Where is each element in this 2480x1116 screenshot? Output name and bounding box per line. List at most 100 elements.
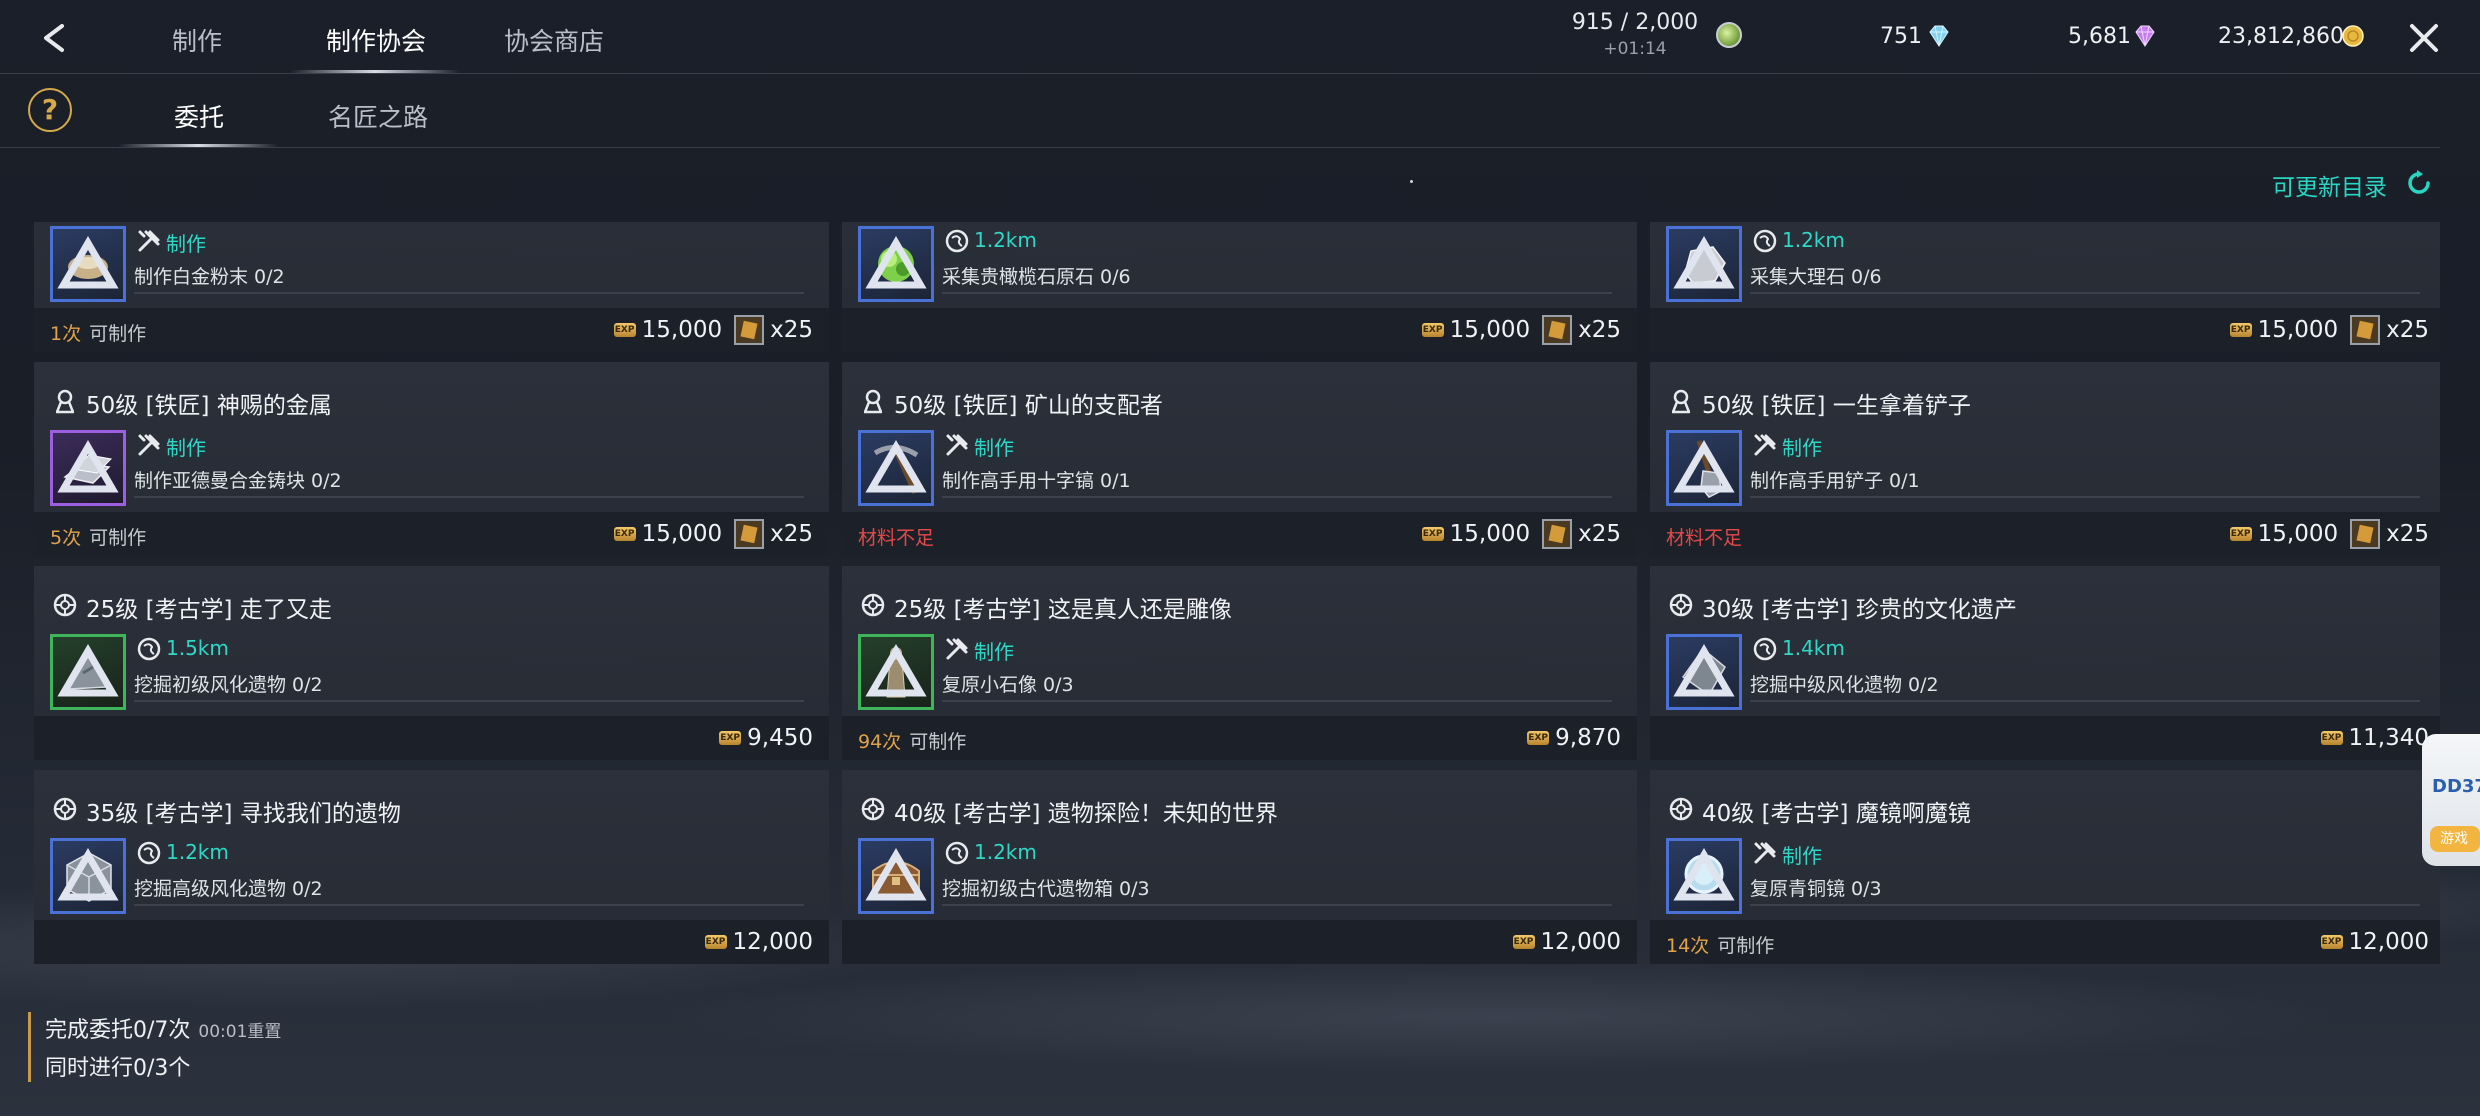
commission-title-text: 50级 [铁匠] 一生拿着铲子 <box>1702 393 1971 419</box>
floating-side-widget[interactable]: DD37 游戏 <box>2422 734 2480 866</box>
mastery-icon <box>57 236 119 289</box>
commission-card[interactable]: 35级 [考古学] 寻找我们的遗物 1.2km 挖掘高级风化遗物 0/2 EXP… <box>34 770 829 964</box>
commission-card[interactable]: 50级 [铁匠] 矿山的支配者 制作 制作高手用十字镐 0/1 材料不足 EXP… <box>842 362 1637 556</box>
commission-title: 40级 [考古学] 魔镜啊魔镜 <box>1672 794 1971 828</box>
task-progress-bar <box>942 904 1612 906</box>
task-progress-bar <box>1750 904 2420 906</box>
exp-icon: EXP <box>719 731 742 745</box>
task-progress-bar <box>134 904 804 906</box>
commission-title: 50级 [铁匠] 一生拿着铲子 <box>1672 386 1971 420</box>
item-slot <box>1666 430 1742 506</box>
commission-title: 40级 [考古学] 遗物探险！未知的世界 <box>864 794 1278 828</box>
card-footer: 1次 可制作 EXP 15,000 x25 <box>34 308 829 352</box>
task-distance-label: 1.2km <box>166 840 229 864</box>
help-icon[interactable]: ? <box>28 88 72 132</box>
task-progress-bar <box>1750 700 2420 702</box>
refresh-catalog-button[interactable]: 可更新目录 <box>2272 168 2387 202</box>
active-tab-underline <box>290 70 460 73</box>
commission-title: 50级 [铁匠] 矿山的支配者 <box>864 386 1163 420</box>
commission-title-text: 50级 [铁匠] 矿山的支配者 <box>894 393 1163 419</box>
commission-card[interactable]: 50级 [铁匠] 神赐的金属 制作 制作亚德曼合金铸块 0/2 5次 可制作 EX… <box>34 362 829 556</box>
tab-crafting[interactable]: 制作 <box>172 22 222 58</box>
blue-diamond-count: 751 <box>1880 24 1922 49</box>
concurrent-commissions: 同时进行0/3个 <box>45 1056 191 1081</box>
globe-location-icon <box>1753 637 1777 661</box>
task-distance-label: 1.2km <box>1782 228 1845 252</box>
diamond-blue-icon[interactable] <box>1926 24 1952 48</box>
exp-icon: EXP <box>1421 323 1444 337</box>
commission-card[interactable]: 1.2km 采集大理石 0/6 EXP 15,000 x25 <box>1650 222 2440 352</box>
commission-card[interactable]: 40级 [考古学] 魔镜啊魔镜 制作 复原青铜镜 0/3 14次 可制作 EXP … <box>1650 770 2440 964</box>
task-progress-bar <box>942 292 1612 294</box>
item-slot <box>858 634 934 710</box>
insufficient-materials: 材料不足 <box>858 527 935 549</box>
task-description: 挖掘初级风化遗物 0/2 <box>134 674 323 696</box>
commission-card[interactable]: 50级 [铁匠] 一生拿着铲子 制作 制作高手用铲子 0/1 材料不足 EXP … <box>1650 362 2440 556</box>
commission-title-text: 25级 [考古学] 走了又走 <box>86 597 332 623</box>
commission-card[interactable]: 40级 [考古学] 遗物探险！未知的世界 1.2km 挖掘初级古代遗物箱 0/3… <box>842 770 1637 964</box>
decorative-dot <box>1410 180 1413 183</box>
exp-value: 12,000 <box>1540 929 1621 955</box>
globe-location-icon <box>945 229 969 253</box>
commission-card[interactable]: 制作 制作白金粉末 0/2 1次 可制作 EXP 15,000 x25 <box>34 222 829 352</box>
commission-card[interactable]: 30级 [考古学] 珍贵的文化遗产 1.4km 挖掘中级风化遗物 0/2 EXP… <box>1650 566 2440 760</box>
card-footer: 材料不足 EXP 15,000 x25 <box>842 512 1637 556</box>
card-footer: 94次 可制作 EXP 9,870 <box>842 716 1637 760</box>
commission-title-text: 40级 [考古学] 魔镜啊魔镜 <box>1702 801 1971 827</box>
exp-icon: EXP <box>1512 935 1535 949</box>
stamina-display: 915 / 2,000 +01:14 <box>1560 10 1710 59</box>
reward-quantity: x25 <box>2386 317 2429 343</box>
craftable-count: 94次 <box>858 731 902 753</box>
exp-value: 15,000 <box>2257 317 2339 343</box>
exp-icon: EXP <box>1421 527 1444 541</box>
reward-group: EXP 15,000 x25 <box>613 313 813 347</box>
exp-icon: EXP <box>704 935 727 949</box>
tab-master-craftsman-road[interactable]: 名匠之路 <box>328 98 428 134</box>
task-type-label: 制作 <box>1782 436 1822 460</box>
side-widget-text: DD37 <box>2432 776 2480 797</box>
task-progress-bar <box>134 496 804 498</box>
task-progress-bar <box>134 292 804 294</box>
task-description: 采集大理石 0/6 <box>1750 266 1882 288</box>
close-icon[interactable] <box>2404 18 2444 58</box>
craftable-label: 可制作 <box>89 527 147 549</box>
reward-group: EXP 15,000 x25 <box>613 517 813 551</box>
reward-group: EXP 15,000 x25 <box>1421 517 1621 551</box>
commission-card[interactable]: 25级 [考古学] 走了又走 1.5km 挖掘初级风化遗物 0/2 EXP 9,… <box>34 566 829 760</box>
mastery-icon <box>865 644 927 697</box>
tab-guild-shop[interactable]: 协会商店 <box>504 22 604 58</box>
mastery-icon <box>865 848 927 901</box>
commission-card[interactable]: 25级 [考古学] 这是真人还是雕像 制作 复原小石像 0/3 94次 可制作 E… <box>842 566 1637 760</box>
item-slot <box>858 226 934 302</box>
craftable-times: 5次 可制作 <box>50 523 146 550</box>
task-description: 复原小石像 0/3 <box>942 674 1074 696</box>
reward-book-icon <box>734 315 765 345</box>
exp-icon: EXP <box>2229 527 2252 541</box>
tab-commission[interactable]: 委托 <box>174 98 224 134</box>
refresh-icon[interactable] <box>2404 168 2434 198</box>
commission-grid: 制作 制作白金粉末 0/2 1次 可制作 EXP 15,000 x25 1.2km… <box>34 222 2440 968</box>
diamond-purple-icon[interactable] <box>2132 24 2158 48</box>
craft-tools-icon <box>138 434 160 456</box>
craftable-label: 可制作 <box>909 731 967 753</box>
gold-coin-icon[interactable] <box>2340 24 2366 48</box>
task-progress-bar <box>942 700 1612 702</box>
item-slot <box>1666 634 1742 710</box>
mastery-icon <box>1673 848 1735 901</box>
commission-title: 25级 [考古学] 这是真人还是雕像 <box>864 590 1232 624</box>
exp-value: 11,340 <box>2348 725 2429 751</box>
commission-card[interactable]: 1.2km 采集贵橄榄石原石 0/6 EXP 15,000 x25 <box>842 222 1637 352</box>
item-slot <box>50 838 126 914</box>
reward-group: EXP 11,340 <box>2320 721 2429 755</box>
insufficient-materials: 材料不足 <box>1666 527 1743 549</box>
reward-group: EXP 15,000 x25 <box>2229 313 2429 347</box>
tab-crafting-guild[interactable]: 制作协会 <box>326 22 426 58</box>
item-slot <box>1666 838 1742 914</box>
mastery-icon <box>57 440 119 493</box>
craftable-times: 14次 可制作 <box>1666 931 1774 958</box>
back-arrow-icon[interactable] <box>34 18 74 58</box>
craft-tools-icon <box>946 434 968 456</box>
reward-quantity: x25 <box>770 317 813 343</box>
exp-value: 15,000 <box>641 521 723 547</box>
exp-icon: EXP <box>2320 731 2343 745</box>
